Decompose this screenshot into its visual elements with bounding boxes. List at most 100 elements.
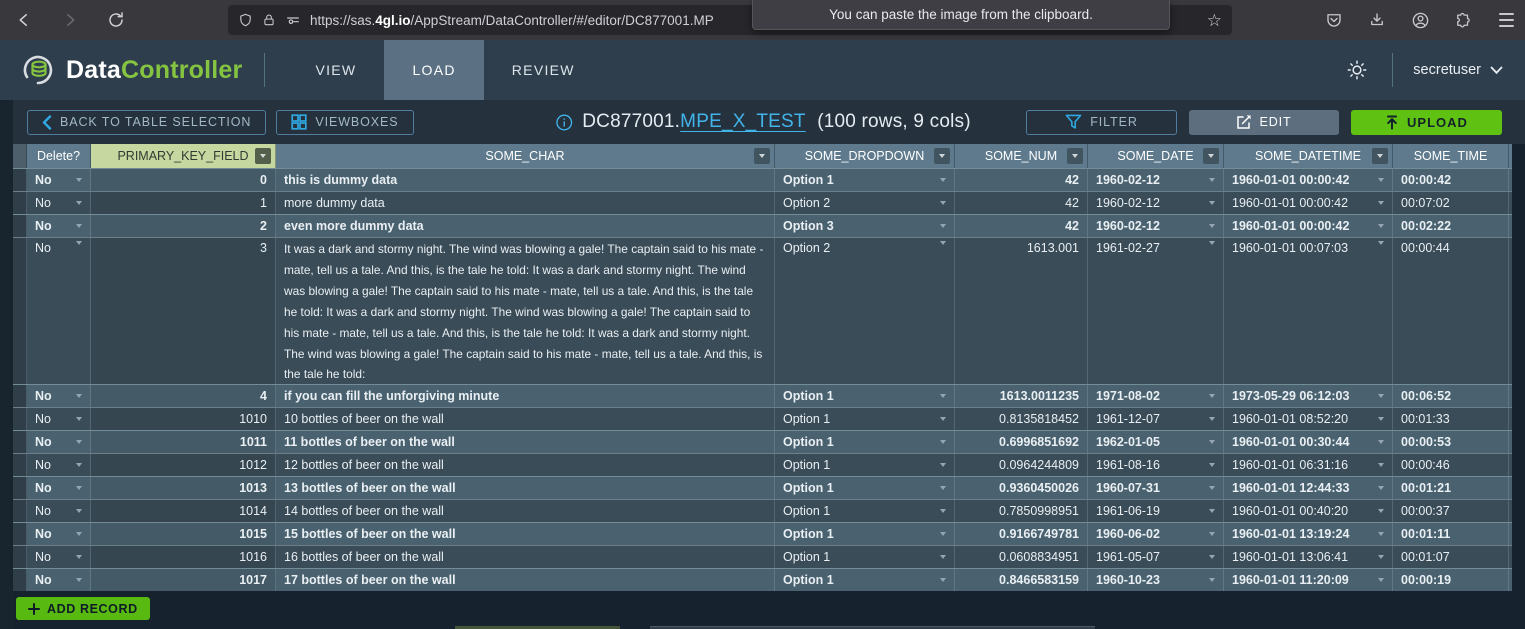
cell-dropdown[interactable]: Option 2: [775, 238, 955, 384]
dropdown-caret-icon[interactable]: [76, 201, 82, 205]
cell-delete[interactable]: No: [27, 454, 91, 476]
dropdown-caret-icon[interactable]: [940, 224, 946, 228]
cell-datetime[interactable]: 1960-01-01 00:00:42: [1224, 169, 1393, 191]
row-handle[interactable]: [13, 238, 27, 384]
dropdown-caret-icon[interactable]: [1209, 555, 1215, 559]
cell-pk[interactable]: 1015: [91, 523, 276, 545]
tab-review[interactable]: REVIEW: [484, 40, 603, 100]
cell-datetime[interactable]: 1973-05-29 06:12:03: [1224, 385, 1393, 407]
dropdown-caret-icon[interactable]: [1209, 241, 1215, 245]
cell-pk[interactable]: 1017: [91, 569, 276, 591]
row-handle[interactable]: [13, 477, 27, 499]
filter-button[interactable]: FILTER: [1026, 110, 1177, 135]
cell-datetime[interactable]: 1960-01-01 00:40:20: [1224, 500, 1393, 522]
table-name-link[interactable]: MPE_X_TEST: [680, 111, 806, 132]
cell-char[interactable]: 17 bottles of beer on the wall: [276, 569, 775, 591]
dropdown-caret-icon[interactable]: [76, 440, 82, 444]
cell-date[interactable]: 1960-02-12: [1088, 192, 1224, 214]
dropdown-caret-icon[interactable]: [1378, 578, 1384, 582]
browser-refresh-icon[interactable]: [104, 8, 128, 32]
dropdown-caret-icon[interactable]: [940, 394, 946, 398]
theme-toggle-sun-icon[interactable]: [1342, 55, 1372, 85]
dropdown-caret-icon[interactable]: [1378, 394, 1384, 398]
dropdown-caret-icon[interactable]: [1378, 440, 1384, 444]
cell-date[interactable]: 1962-01-05: [1088, 431, 1224, 453]
cell-date[interactable]: 1961-12-07: [1088, 408, 1224, 430]
tracking-shield-icon[interactable]: [238, 12, 253, 28]
downloads-icon[interactable]: [1366, 9, 1388, 31]
row-handle[interactable]: [13, 408, 27, 430]
cell-pk[interactable]: 2: [91, 215, 276, 237]
cell-delete[interactable]: No: [27, 477, 91, 499]
dropdown-caret-icon[interactable]: [940, 555, 946, 559]
cell-time[interactable]: 00:00:19: [1393, 569, 1509, 591]
row-handle[interactable]: [13, 431, 27, 453]
cell-date[interactable]: 1960-02-12: [1088, 169, 1224, 191]
cell-char[interactable]: if you can fill the unforgiving minute: [276, 385, 775, 407]
cell-time[interactable]: 00:06:52: [1393, 385, 1509, 407]
cell-num[interactable]: 0.9360450026: [955, 477, 1088, 499]
row-handle[interactable]: [13, 569, 27, 591]
cell-num[interactable]: 0.8135818452: [955, 408, 1088, 430]
cell-char[interactable]: 15 bottles of beer on the wall: [276, 523, 775, 545]
dropdown-caret-icon[interactable]: [1378, 201, 1384, 205]
cell-datetime[interactable]: 1960-01-01 00:30:44: [1224, 431, 1393, 453]
cell-num[interactable]: 0.8466583159: [955, 569, 1088, 591]
cell-char[interactable]: 12 bottles of beer on the wall: [276, 454, 775, 476]
cell-dropdown[interactable]: Option 1: [775, 546, 955, 568]
cell-num[interactable]: 42: [955, 169, 1088, 191]
dropdown-caret-icon[interactable]: [1378, 224, 1384, 228]
row-handle[interactable]: [13, 385, 27, 407]
dropdown-caret-icon[interactable]: [940, 486, 946, 490]
dropdown-caret-icon[interactable]: [76, 463, 82, 467]
cell-delete[interactable]: No: [27, 431, 91, 453]
cell-num[interactable]: 0.0608834951: [955, 546, 1088, 568]
add-record-button[interactable]: ADD RECORD: [16, 597, 150, 620]
dropdown-caret-icon[interactable]: [1209, 224, 1215, 228]
cell-dropdown[interactable]: Option 1: [775, 569, 955, 591]
cell-time[interactable]: 00:01:33: [1393, 408, 1509, 430]
dropdown-caret-icon[interactable]: [76, 532, 82, 536]
browser-back-icon[interactable]: [12, 8, 36, 32]
cell-time[interactable]: 00:07:02: [1393, 192, 1509, 214]
dropdown-caret-icon[interactable]: [76, 241, 82, 245]
column-filter-icon[interactable]: [255, 148, 271, 164]
dropdown-caret-icon[interactable]: [940, 201, 946, 205]
cell-time[interactable]: 00:01:21: [1393, 477, 1509, 499]
cell-pk[interactable]: 1010: [91, 408, 276, 430]
cell-delete[interactable]: No: [27, 385, 91, 407]
dropdown-caret-icon[interactable]: [1378, 509, 1384, 513]
cell-date[interactable]: 1961-02-27: [1088, 238, 1224, 384]
cell-num[interactable]: 0.7850998951: [955, 500, 1088, 522]
row-handle[interactable]: [13, 192, 27, 214]
dropdown-caret-icon[interactable]: [1378, 241, 1384, 245]
column-filter-icon[interactable]: [1067, 148, 1083, 164]
cell-time[interactable]: 00:00:46: [1393, 454, 1509, 476]
dropdown-caret-icon[interactable]: [1209, 394, 1215, 398]
user-menu[interactable]: secretuser: [1413, 62, 1503, 78]
dropdown-caret-icon[interactable]: [76, 509, 82, 513]
cell-dropdown[interactable]: Option 1: [775, 523, 955, 545]
row-handle[interactable]: [13, 546, 27, 568]
row-handle[interactable]: [13, 523, 27, 545]
dropdown-caret-icon[interactable]: [1209, 578, 1215, 582]
dropdown-caret-icon[interactable]: [1209, 417, 1215, 421]
permissions-icon[interactable]: [285, 12, 301, 28]
info-icon[interactable]: [554, 113, 573, 132]
edit-button[interactable]: EDIT: [1189, 110, 1339, 135]
cell-dropdown[interactable]: Option 3: [775, 215, 955, 237]
cell-date[interactable]: 1961-08-16: [1088, 454, 1224, 476]
cell-char[interactable]: 10 bottles of beer on the wall: [276, 408, 775, 430]
cell-datetime[interactable]: 1960-01-01 11:20:09: [1224, 569, 1393, 591]
cell-num[interactable]: 1613.0011235: [955, 385, 1088, 407]
cell-datetime[interactable]: 1960-01-01 00:00:42: [1224, 192, 1393, 214]
cell-datetime[interactable]: 1960-01-01 00:07:03: [1224, 238, 1393, 384]
pocket-icon[interactable]: [1323, 9, 1345, 31]
brand-logo[interactable]: DataController: [0, 52, 242, 88]
cell-date[interactable]: 1961-05-07: [1088, 546, 1224, 568]
cell-delete[interactable]: No: [27, 215, 91, 237]
extensions-puzzle-icon[interactable]: [1452, 9, 1474, 31]
cell-time[interactable]: 00:00:53: [1393, 431, 1509, 453]
cell-char[interactable]: 16 bottles of beer on the wall: [276, 546, 775, 568]
dropdown-caret-icon[interactable]: [1209, 440, 1215, 444]
